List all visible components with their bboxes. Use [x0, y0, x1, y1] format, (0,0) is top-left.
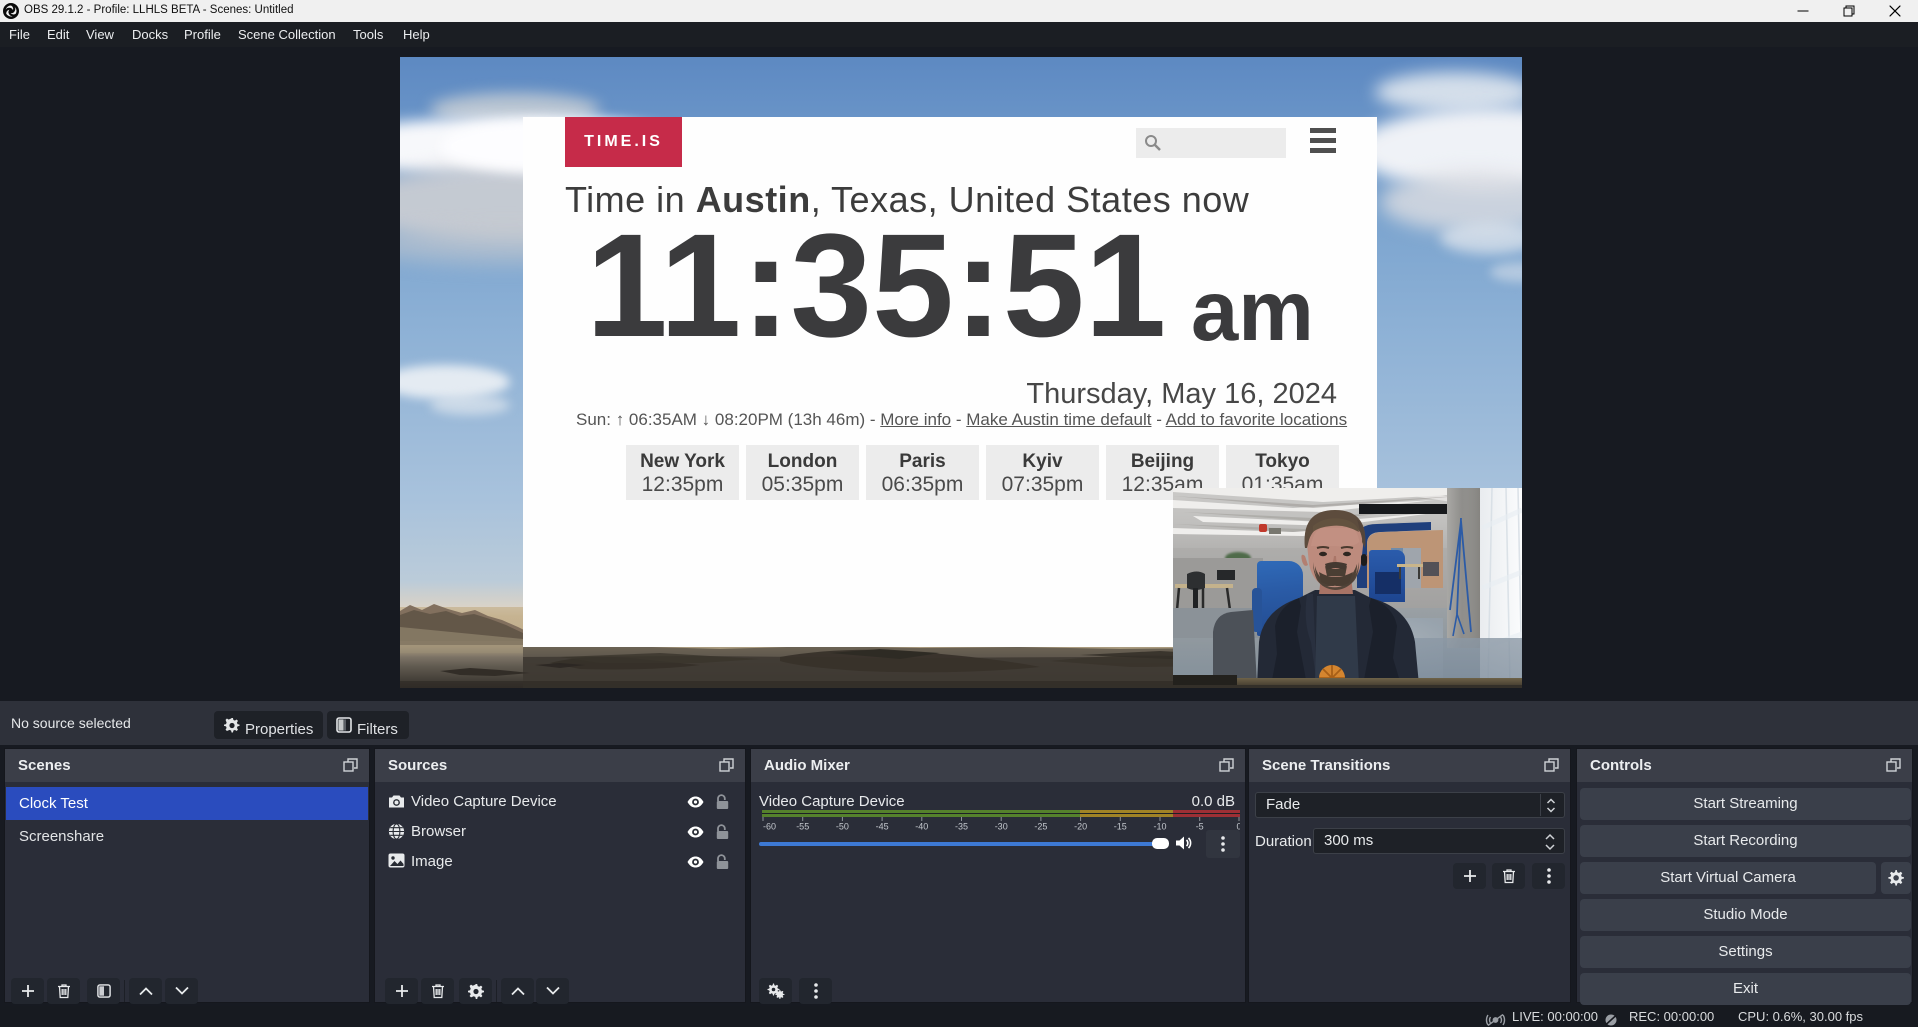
- svg-text:-35: -35: [955, 822, 968, 832]
- svg-text:-5: -5: [1196, 822, 1204, 832]
- svg-text:-45: -45: [876, 822, 889, 832]
- svg-text:-40: -40: [915, 822, 928, 832]
- svg-text:-20: -20: [1074, 822, 1087, 832]
- svg-text:-50: -50: [836, 822, 849, 832]
- svg-text:-30: -30: [995, 822, 1008, 832]
- svg-text:-15: -15: [1114, 822, 1127, 832]
- svg-text:-10: -10: [1153, 822, 1166, 832]
- svg-text:-60: -60: [763, 822, 776, 832]
- svg-text:-55: -55: [796, 822, 809, 832]
- svg-text:-25: -25: [1034, 822, 1047, 832]
